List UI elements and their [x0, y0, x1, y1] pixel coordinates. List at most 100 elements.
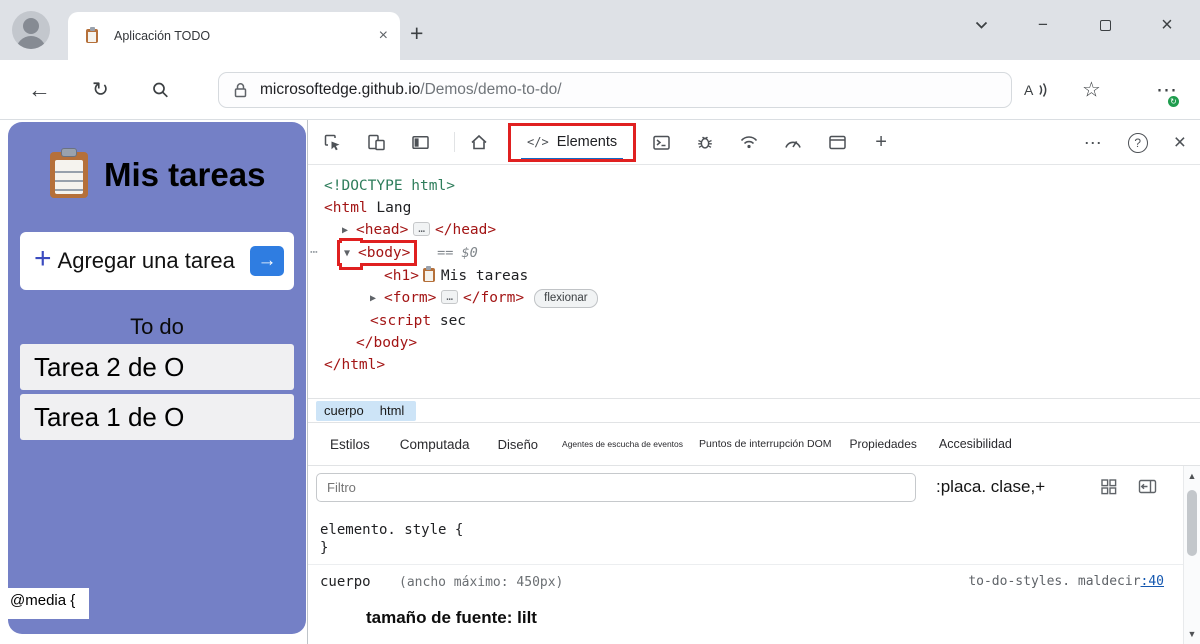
- css-property-line[interactable]: tamaño de fuente: lilt: [308, 590, 1200, 628]
- add-task-button[interactable]: + Agregar una tarea →: [20, 232, 294, 290]
- expand-ellipsis-button[interactable]: …: [441, 290, 458, 304]
- tab-computed[interactable]: Computada: [400, 437, 470, 452]
- breadcrumb-item[interactable]: cuerpo: [324, 403, 364, 418]
- flex-badge[interactable]: flexionar: [534, 289, 597, 308]
- active-tab-underline: [521, 158, 623, 161]
- element-style-rule[interactable]: elemento. style {: [308, 510, 1200, 538]
- maximize-button[interactable]: [1074, 0, 1136, 50]
- tab-accessibility[interactable]: Accesibilidad: [939, 437, 1012, 451]
- styles-filter-row: :placa. clase,+: [308, 466, 1200, 510]
- main-content: Mis tareas + Agregar una tarea → To do T…: [0, 120, 1200, 644]
- styles-sidebar-tabs: Estilos Computada Diseño Agentes de escu…: [308, 423, 1200, 466]
- filter-input[interactable]: [316, 473, 916, 502]
- clipboard-mini-icon: [423, 268, 435, 282]
- address-bar[interactable]: microsoftedge.github.io/Demos/demo-to-do…: [218, 72, 1012, 108]
- favorites-star-icon[interactable]: ☆: [1082, 79, 1101, 100]
- styles-scrollbar[interactable]: ▲ ▼: [1183, 466, 1200, 644]
- tag-form-close: </form>: [463, 290, 524, 306]
- profile-avatar[interactable]: [12, 11, 50, 49]
- lock-icon[interactable]: [233, 82, 248, 98]
- task-item[interactable]: Tarea 2 de O: [20, 344, 294, 390]
- scroll-up-icon[interactable]: ▲: [1184, 471, 1200, 481]
- elements-tab-label: Elements: [557, 134, 617, 150]
- tab-layout[interactable]: Diseño: [498, 437, 538, 452]
- tree-row-html[interactable]: <html Lang: [308, 197, 1200, 219]
- clipboard-icon: [50, 152, 88, 198]
- list-heading: To do: [8, 314, 306, 340]
- back-button[interactable]: ←: [28, 78, 51, 101]
- tab-elements[interactable]: </> Elements: [511, 120, 633, 165]
- home-icon[interactable]: [467, 130, 491, 154]
- browser-tab[interactable]: Aplicación TODO ×: [68, 12, 400, 60]
- styles-pane: elemento. style { } cuerpo (ancho máximo…: [308, 510, 1200, 628]
- device-emulation-icon[interactable]: [364, 130, 388, 154]
- clipboard-paper: [55, 160, 83, 194]
- close-window-button[interactable]: ×: [1136, 0, 1198, 50]
- tag-script-open: <script: [370, 313, 431, 329]
- rule-selector[interactable]: cuerpo: [320, 574, 371, 590]
- tree-row-body-close[interactable]: </body>: [308, 332, 1200, 354]
- tree-row-h1[interactable]: <h1>Mis tareas: [308, 265, 1200, 287]
- attr-lang: Lang: [376, 200, 411, 216]
- expand-ellipsis-button[interactable]: …: [413, 222, 430, 236]
- tab-dom-breakpoints[interactable]: Puntos de interrupción DOM: [699, 438, 831, 450]
- tree-row-body[interactable]: ⋯ ▼<body> == $0: [308, 242, 1200, 265]
- sync-status-badge[interactable]: ↻: [1166, 94, 1181, 109]
- dom-breadcrumb: cuerpo html: [308, 398, 1200, 423]
- search-icon[interactable]: [152, 81, 169, 98]
- debugger-bug-icon[interactable]: [693, 130, 717, 154]
- twisty-closed-icon[interactable]: ▶: [342, 220, 356, 242]
- window-controls: − ×: [950, 0, 1198, 50]
- closing-brace[interactable]: }: [308, 538, 1200, 564]
- network-wifi-icon[interactable]: [737, 130, 761, 154]
- tree-row-html-close[interactable]: </html>: [308, 354, 1200, 376]
- breadcrumb-item[interactable]: html: [380, 403, 405, 418]
- activity-bar-layout-icon[interactable]: [408, 130, 432, 154]
- page-title: Mis tareas: [104, 156, 265, 194]
- task-item[interactable]: Tarea 1 de O: [20, 394, 294, 440]
- tab-styles[interactable]: Estilos: [330, 437, 370, 452]
- console-icon[interactable]: [649, 130, 673, 154]
- more-actions-icon[interactable]: ⋯: [310, 242, 318, 264]
- pseudo-class-controls[interactable]: :placa. clase,+: [936, 477, 1045, 497]
- svg-text:A: A: [1024, 82, 1034, 98]
- tag-body-open: <body>: [358, 245, 410, 261]
- inspect-element-icon[interactable]: [320, 130, 344, 154]
- tab-event-listeners[interactable]: Agentes de escucha de eventos: [562, 439, 683, 449]
- clipboard-clip: [61, 148, 77, 157]
- scroll-down-icon[interactable]: ▼: [1184, 629, 1200, 639]
- maximize-icon: [1100, 20, 1111, 31]
- tree-row-doctype[interactable]: <!DOCTYPE html>: [308, 175, 1200, 197]
- close-devtools-icon[interactable]: ×: [1174, 132, 1186, 153]
- tab-close-icon[interactable]: ×: [379, 28, 388, 44]
- grid-toggle-icon[interactable]: [1100, 478, 1118, 496]
- tab-actions-chevron-icon[interactable]: [950, 0, 1012, 50]
- submit-arrow-icon[interactable]: →: [250, 246, 284, 276]
- performance-gauge-icon[interactable]: [781, 130, 805, 154]
- more-options-icon[interactable]: ⋯: [1084, 134, 1102, 152]
- new-tab-button[interactable]: +: [410, 20, 423, 47]
- minimize-button[interactable]: −: [1012, 0, 1074, 50]
- refresh-button[interactable]: ↻: [92, 80, 109, 100]
- avatar-head: [23, 18, 39, 34]
- read-aloud-icon[interactable]: A: [1024, 82, 1049, 98]
- add-panel-icon[interactable]: +: [869, 130, 893, 154]
- tree-row-script[interactable]: <script sec: [308, 310, 1200, 332]
- twisty-closed-icon[interactable]: ▶: [370, 288, 384, 310]
- sidebar-toggle-icon[interactable]: [1138, 478, 1157, 495]
- breadcrumb-selected[interactable]: cuerpo html: [316, 401, 416, 421]
- application-window-icon[interactable]: [825, 130, 849, 154]
- plus-icon: +: [34, 242, 52, 276]
- tab-properties[interactable]: Propiedades: [850, 437, 917, 451]
- tree-row-form[interactable]: ▶<form>…</form>flexionar: [308, 287, 1200, 310]
- tree-row-head[interactable]: ▶<head>…</head>: [308, 219, 1200, 242]
- tab-title: Aplicación TODO: [114, 29, 379, 43]
- twisty-open-icon[interactable]: ▼: [344, 243, 358, 265]
- tag-html: <html: [324, 200, 368, 216]
- url-path: /Demos/demo-to-do/: [420, 81, 561, 99]
- scrollbar-thumb[interactable]: [1187, 490, 1197, 556]
- help-icon[interactable]: ?: [1128, 133, 1148, 153]
- source-line-link[interactable]: :40: [1141, 574, 1164, 589]
- code-icon: </>: [527, 135, 549, 149]
- tag-head-close: </head>: [435, 222, 496, 238]
